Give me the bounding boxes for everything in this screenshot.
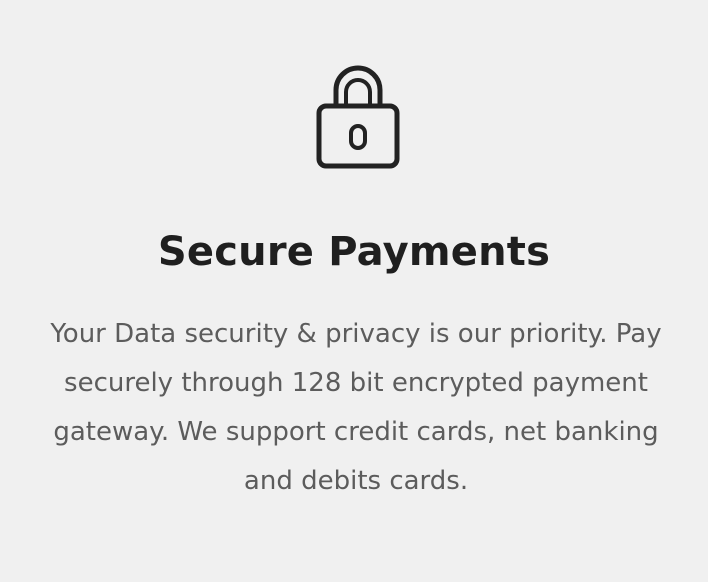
feature-title: Secure Payments — [157, 229, 551, 275]
feature-description: Your Data security & privacy is our prio… — [50, 319, 662, 496]
feature-card: Secure Payments Your Data security & pri… — [0, 0, 708, 582]
lock-icon — [316, 65, 400, 169]
